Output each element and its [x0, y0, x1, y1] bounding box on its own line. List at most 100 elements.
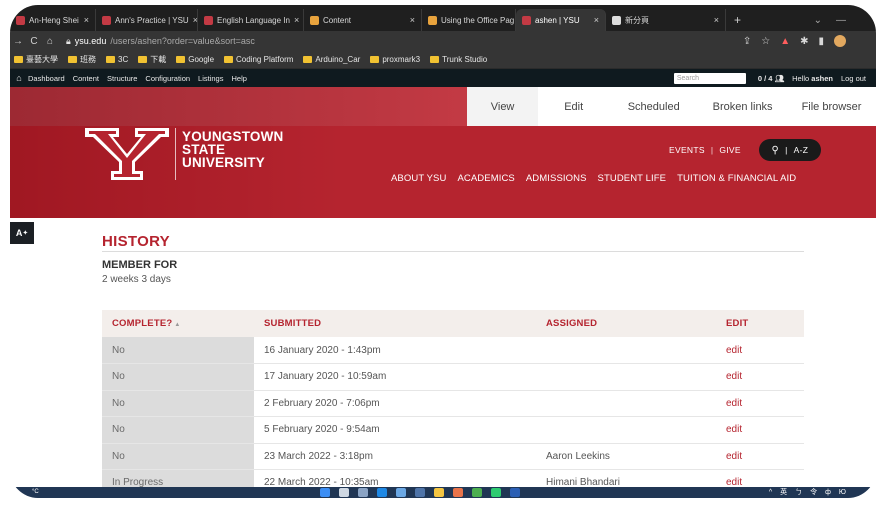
local-tab[interactable]: View: [467, 87, 539, 126]
browser-tab-label: ashen | YSU: [535, 15, 580, 25]
main-nav-item[interactable]: TUITION & FINANCIAL AID: [677, 173, 796, 184]
edit-link[interactable]: edit: [716, 390, 804, 417]
bookmark-item[interactable]: 下載: [138, 54, 166, 65]
bookmark-label: proxmark3: [382, 55, 421, 64]
admin-menu-item[interactable]: Listings: [198, 74, 223, 83]
word-icon[interactable]: [510, 488, 520, 497]
browser-tab[interactable]: Ann's Practice | YSU ×: [96, 9, 198, 31]
line-icon[interactable]: [491, 488, 501, 497]
star-icon[interactable]: ☆: [761, 36, 770, 47]
admin-menu-item[interactable]: Structure: [107, 74, 137, 83]
bookmark-item[interactable]: 3C: [106, 55, 128, 64]
search-icon[interactable]: ⚲: [771, 145, 779, 156]
bookmark-item[interactable]: Coding Platform: [224, 55, 293, 64]
tray-item[interactable]: Ю: [839, 487, 846, 498]
share-icon[interactable]: ⇪: [743, 36, 751, 47]
edit-link[interactable]: edit: [716, 337, 804, 364]
col-assigned-header[interactable]: ASSIGNED: [536, 310, 716, 337]
browser-tab[interactable]: English Language In ×: [198, 9, 304, 31]
bookmark-item[interactable]: proxmark3: [370, 55, 420, 64]
tab-close-icon[interactable]: ×: [714, 15, 719, 25]
tab-close-icon[interactable]: ×: [294, 15, 299, 25]
back-icon[interactable]: →: [10, 36, 26, 47]
home-icon[interactable]: ⌂: [42, 36, 58, 47]
tray-item[interactable]: 令: [810, 487, 817, 498]
tab-close-icon[interactable]: ×: [410, 15, 415, 25]
admin-home-icon[interactable]: ⌂: [10, 73, 28, 83]
browser-tab[interactable]: 新分頁 ×: [606, 9, 726, 31]
local-tab[interactable]: Broken links: [698, 87, 787, 126]
address-bar[interactable]: 🔒︎ ysu.edu/users/ashen?order=value&sort=…: [66, 36, 255, 47]
local-tab[interactable]: Scheduled: [609, 87, 698, 126]
screen: An-Heng Shei × Ann's Practice | YSU × Englis…: [10, 5, 876, 498]
admin-menu-item[interactable]: Help: [231, 74, 246, 83]
photos-icon[interactable]: [396, 488, 406, 497]
admin-search-input[interactable]: Search: [673, 72, 746, 84]
bookmark-label: Arduino_Car: [315, 55, 361, 64]
bookmark-item[interactable]: Trunk Studio: [430, 55, 487, 64]
admin-menu-item[interactable]: Configuration: [145, 74, 190, 83]
local-tab[interactable]: File browser: [787, 87, 876, 126]
edit-link[interactable]: edit: [716, 443, 804, 470]
bookmark-item[interactable]: 班務: [68, 54, 96, 65]
browser-tab[interactable]: An-Heng Shei ×: [10, 9, 96, 31]
bookmark-item[interactable]: Google: [176, 55, 214, 64]
tray-item[interactable]: ^: [769, 487, 772, 498]
browser-toolbar: → C ⌂ 🔒︎ ysu.edu/users/ashen?order=value…: [10, 31, 876, 51]
tray-item[interactable]: 英: [780, 487, 787, 498]
main-nav-item[interactable]: ACADEMICS: [457, 173, 514, 184]
task-view-icon[interactable]: [358, 488, 368, 497]
cell-complete: No: [102, 416, 254, 444]
reload-icon[interactable]: C: [26, 36, 42, 47]
edge-icon[interactable]: [377, 488, 387, 497]
ysu-wordmark[interactable]: YOUNGSTOWN STATE UNIVERSITY: [182, 130, 284, 170]
bookmark-item[interactable]: 臺藝大學: [14, 54, 58, 65]
acrobat-icon[interactable]: ▲: [780, 36, 790, 47]
start-icon[interactable]: [320, 488, 330, 497]
terminal-icon[interactable]: [415, 488, 425, 497]
az-link[interactable]: A-Z: [794, 145, 809, 155]
extensions-icon[interactable]: ✱: [800, 36, 808, 47]
tab-close-icon[interactable]: ×: [594, 15, 599, 25]
app-icon[interactable]: [453, 488, 463, 497]
main-nav-item[interactable]: ADMISSIONS: [526, 173, 587, 184]
file-explorer-icon[interactable]: [434, 488, 444, 497]
main-nav-item[interactable]: STUDENT LIFE: [598, 173, 667, 184]
local-tab[interactable]: Edit: [538, 87, 609, 126]
tray-item[interactable]: ф: [825, 487, 831, 498]
admin-menu-item[interactable]: Content: [73, 74, 99, 83]
col-submitted-header[interactable]: SUBMITTED: [254, 310, 536, 337]
profile-avatar[interactable]: [834, 35, 846, 47]
main-nav-item[interactable]: ABOUT YSU: [391, 173, 446, 184]
admin-menu-item[interactable]: Dashboard: [28, 74, 65, 83]
admin-count[interactable]: 0 / 4 👥︎: [758, 74, 784, 83]
weather-widget[interactable]: °C: [32, 487, 39, 498]
edit-link[interactable]: edit: [716, 416, 804, 444]
page: View Edit Scheduled Broken links File browse…: [10, 87, 876, 497]
logout-link[interactable]: Log out: [841, 74, 866, 83]
cell-assigned: Aaron Leekins: [536, 443, 716, 470]
admin-username[interactable]: ashen: [811, 74, 833, 83]
admin-menu: Dashboard Content Structure Configuration Li…: [28, 74, 247, 83]
tab-close-icon[interactable]: ×: [84, 15, 89, 25]
taskbar-search-icon[interactable]: [339, 488, 349, 497]
cell-complete: No: [102, 363, 254, 391]
accessibility-toggle[interactable]: A ✦: [10, 222, 34, 244]
browser-tab[interactable]: ashen | YSU ×: [516, 9, 606, 31]
tray-item[interactable]: ㄅ: [795, 487, 802, 498]
tab-search-icon[interactable]: ⌄: [814, 15, 822, 26]
col-complete-header[interactable]: COMPLETE? ▲: [102, 310, 254, 337]
edit-link[interactable]: edit: [716, 363, 804, 391]
col-edit-header: EDIT: [716, 310, 804, 337]
sidebar-icon[interactable]: ▮: [818, 36, 824, 47]
events-link[interactable]: EVENTS: [669, 145, 705, 155]
give-link[interactable]: GIVE: [719, 145, 741, 155]
new-tab-button[interactable]: +: [726, 9, 749, 31]
ysu-y-logo-icon[interactable]: [83, 126, 171, 184]
browser-tab[interactable]: Using the Office Pag×: [422, 9, 516, 31]
bookmark-item[interactable]: Arduino_Car: [303, 55, 360, 64]
chrome-icon[interactable]: [472, 488, 482, 497]
cell-complete: No: [102, 337, 254, 364]
minimize-icon[interactable]: —: [836, 15, 846, 26]
browser-tab[interactable]: Content ×: [304, 9, 422, 31]
